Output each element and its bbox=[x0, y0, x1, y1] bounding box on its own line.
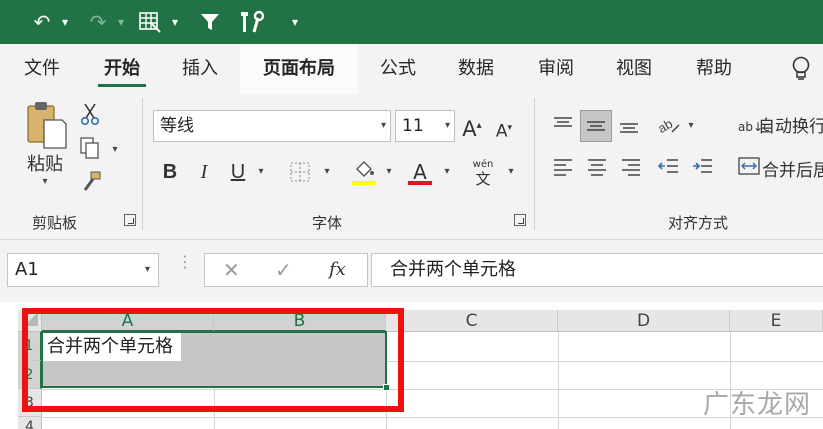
borders-icon[interactable] bbox=[286, 154, 314, 190]
top-align-icon[interactable] bbox=[548, 114, 578, 142]
grow-font-button[interactable]: A▴ bbox=[460, 110, 484, 142]
formula-bar: A1 ▾ ⋮ ✕ ✓ fx 合并两个单元格 bbox=[0, 240, 823, 302]
orientation-icon[interactable]: ab bbox=[654, 112, 684, 140]
redo-icon[interactable]: ↷ bbox=[84, 8, 112, 36]
phonetic-dropdown-icon[interactable]: ▾ bbox=[504, 154, 518, 190]
fill-color-dropdown-icon[interactable]: ▾ bbox=[382, 154, 396, 190]
ribbon: 粘贴 ▾ ▾ 剪贴板 等线 ▾ 11 ▾ A▴ A▾ B I U ▾ ▾ ▾ A… bbox=[0, 94, 823, 240]
clipboard-icon bbox=[27, 102, 67, 149]
font-color-dropdown-icon[interactable]: ▾ bbox=[440, 154, 454, 190]
name-box-value: A1 bbox=[15, 259, 39, 280]
formula-buttons: ✕ ✓ fx bbox=[204, 253, 368, 287]
cut-icon[interactable] bbox=[78, 102, 102, 128]
shrink-font-button[interactable]: A▾ bbox=[492, 112, 516, 142]
tab-review[interactable]: 审阅 bbox=[528, 44, 584, 94]
wrap-text-label: 自动换行 bbox=[758, 117, 823, 137]
ribbon-tabs: 文件 开始 插入 页面布局 公式 数据 审阅 视图 帮助 bbox=[0, 44, 823, 94]
tab-page-layout[interactable]: 页面布局 bbox=[240, 44, 358, 94]
enter-icon[interactable]: ✓ bbox=[275, 254, 292, 286]
column-header-e[interactable]: E bbox=[730, 310, 823, 332]
column-header-d[interactable]: D bbox=[558, 310, 730, 332]
undo-icon[interactable]: ↶ bbox=[28, 8, 56, 36]
grow-font-letter: A bbox=[462, 117, 477, 141]
underline-button[interactable]: U bbox=[224, 154, 252, 190]
italic-button[interactable]: I bbox=[192, 154, 216, 190]
resize-handle-icon[interactable]: ⋮ bbox=[177, 254, 193, 284]
table-format-icon[interactable] bbox=[136, 8, 164, 36]
font-launcher-icon[interactable] bbox=[514, 214, 526, 226]
highlight-annotation-box bbox=[22, 308, 404, 412]
tab-formulas[interactable]: 公式 bbox=[370, 44, 426, 94]
alignment-group-label: 对齐方式 bbox=[668, 214, 729, 232]
wrap-text-icon: ab↓c bbox=[738, 120, 770, 134]
font-name-value: 等线 bbox=[160, 116, 194, 136]
shrink-font-letter: A bbox=[495, 121, 508, 142]
phonetic-bottom: 文 bbox=[475, 170, 491, 188]
clipboard-launcher-icon[interactable] bbox=[124, 214, 136, 226]
tab-home[interactable]: 开始 bbox=[94, 44, 150, 94]
fill-color-bar bbox=[352, 181, 376, 185]
format-painter-icon[interactable] bbox=[78, 170, 104, 196]
orientation-dropdown-icon[interactable]: ▾ bbox=[684, 120, 698, 131]
chevron-down-icon: ▾ bbox=[444, 120, 450, 131]
font-group-label: 字体 bbox=[312, 214, 343, 232]
formula-input[interactable]: 合并两个单元格 bbox=[371, 253, 823, 287]
table-format-dropdown-icon[interactable]: ▾ bbox=[168, 8, 182, 36]
redo-dropdown-icon[interactable]: ▾ bbox=[114, 8, 128, 36]
copy-icon[interactable] bbox=[78, 136, 102, 162]
merge-center-button[interactable]: 合并后居 bbox=[738, 156, 823, 186]
quick-access-toolbar: ↶ ▾ ↷ ▾ ▾ ▾ bbox=[0, 0, 823, 44]
chevron-down-icon: ▾ bbox=[380, 120, 386, 131]
cancel-icon[interactable]: ✕ bbox=[223, 254, 240, 286]
paste-dropdown-icon[interactable]: ▾ bbox=[18, 176, 72, 187]
clipboard-group-label: 剪贴板 bbox=[32, 214, 78, 232]
chevron-down-icon: ▾ bbox=[144, 264, 150, 275]
font-color-bar bbox=[408, 181, 432, 185]
merge-center-label: 合并后居 bbox=[762, 161, 823, 181]
excel-window: ↶ ▾ ↷ ▾ ▾ ▾ 文件 开始 插入 页面布局 公式 数据 审阅 视图 帮助… bbox=[0, 0, 823, 429]
worksheet-grid: A B C D E 1 2 3 4 合并两个单元格 广东龙网 bbox=[0, 302, 823, 429]
paste-label: 粘贴 bbox=[27, 154, 63, 175]
svg-text:ab: ab bbox=[656, 116, 675, 136]
align-center-icon[interactable] bbox=[582, 156, 612, 184]
watermark: 广东龙网 bbox=[702, 390, 811, 420]
tab-view[interactable]: 视图 bbox=[606, 44, 662, 94]
increase-indent-icon[interactable] bbox=[688, 156, 718, 184]
bottom-align-icon[interactable] bbox=[614, 114, 644, 142]
tab-help[interactable]: 帮助 bbox=[686, 44, 742, 94]
phonetic-guide-button[interactable]: wén 文 bbox=[468, 154, 498, 190]
font-size-value: 11 bbox=[402, 116, 424, 136]
decrease-indent-icon[interactable] bbox=[654, 156, 684, 184]
bold-button[interactable]: B bbox=[156, 154, 184, 190]
align-left-icon[interactable] bbox=[548, 156, 578, 184]
underline-dropdown-icon[interactable]: ▾ bbox=[254, 154, 268, 190]
middle-align-icon[interactable] bbox=[580, 110, 612, 142]
align-right-icon[interactable] bbox=[616, 156, 646, 184]
gridline bbox=[558, 332, 559, 429]
font-name-combo[interactable]: 等线 ▾ bbox=[153, 110, 391, 142]
tools-icon[interactable] bbox=[238, 8, 268, 36]
tab-insert[interactable]: 插入 bbox=[172, 44, 228, 94]
font-size-combo[interactable]: 11 ▾ bbox=[395, 110, 455, 142]
tab-data[interactable]: 数据 bbox=[448, 44, 504, 94]
group-separator bbox=[142, 98, 143, 230]
borders-dropdown-icon[interactable]: ▾ bbox=[320, 154, 334, 190]
name-box[interactable]: A1 ▾ bbox=[7, 253, 159, 287]
filter-icon[interactable] bbox=[196, 8, 224, 36]
column-header-c[interactable]: C bbox=[386, 310, 558, 332]
lightbulb-icon[interactable] bbox=[786, 44, 816, 94]
tab-file[interactable]: 文件 bbox=[14, 44, 70, 94]
group-separator bbox=[534, 98, 535, 230]
row-header-4[interactable]: 4 bbox=[18, 417, 42, 429]
merge-icon bbox=[738, 156, 762, 186]
insert-function-icon[interactable]: fx bbox=[329, 254, 346, 286]
customize-qat-icon[interactable]: ▾ bbox=[288, 8, 302, 36]
copy-dropdown-icon[interactable]: ▾ bbox=[108, 144, 122, 155]
paste-button[interactable]: 粘贴 ▾ bbox=[18, 100, 72, 198]
wrap-text-button[interactable]: ab↓c自动换行 bbox=[738, 112, 823, 142]
undo-dropdown-icon[interactable]: ▾ bbox=[58, 8, 72, 36]
